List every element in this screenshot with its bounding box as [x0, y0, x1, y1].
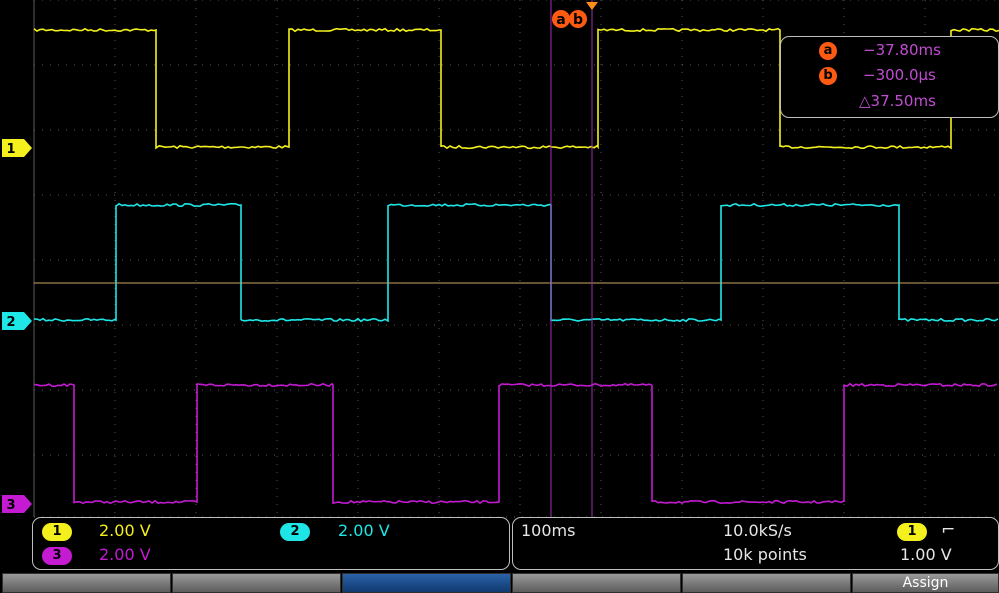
softkey-bar: Assign	[0, 573, 999, 593]
channel-1-scale[interactable]: 2.00 V	[99, 521, 151, 540]
channel-1-badge: 1	[42, 523, 72, 541]
trigger-level[interactable]: 1.00 V	[900, 545, 952, 564]
sample-rate: 10.0kS/s	[723, 521, 792, 540]
channel-3-scale[interactable]: 2.00 V	[99, 545, 151, 564]
rising-edge-icon: ⌐	[941, 520, 956, 540]
cursor-delta-readout: △37.50ms	[781, 92, 998, 114]
channel-2-scale[interactable]: 2.00 V	[338, 521, 390, 540]
cursor-a-label: a	[556, 12, 565, 28]
timebase-scale[interactable]: 100ms	[521, 521, 575, 540]
cursor-a-readout: a −37.80ms	[781, 41, 998, 63]
cursor-b-readout: b −300.0µs	[781, 66, 998, 88]
softkey-5[interactable]	[682, 573, 851, 593]
record-length: 10k points	[723, 545, 807, 564]
cursor-b-label: b	[573, 12, 583, 28]
channel-1-marker-label: 1	[6, 142, 15, 157]
channel-2-badge: 2	[280, 523, 310, 541]
channel-2-marker-label: 2	[6, 315, 15, 330]
cursor-delta-time: △37.50ms	[859, 92, 936, 110]
cursor-a-time: −37.80ms	[863, 41, 941, 59]
cursor-a-marker[interactable]: a	[552, 10, 570, 28]
softkey-3[interactable]	[342, 573, 511, 593]
cursor-b-marker[interactable]: b	[569, 10, 587, 28]
softkey-4[interactable]	[512, 573, 681, 593]
horizontal-status-panel[interactable]: 100ms 10.0kS/s 10k points 1 ⌐ 1.00 V	[512, 517, 999, 570]
cursor-b-time: −300.0µs	[863, 66, 936, 84]
softkey-1[interactable]	[2, 573, 171, 593]
softkey-assign[interactable]: Assign	[852, 573, 999, 593]
softkey-2[interactable]	[172, 573, 341, 593]
cursor-readout-panel[interactable]: a −37.80ms b −300.0µs △37.50ms	[780, 36, 999, 118]
channel-3-marker-label: 3	[6, 498, 15, 513]
cursor-b-readout-badge: b	[819, 67, 837, 85]
vertical-status-panel[interactable]: 1 2.00 V 2 2.00 V 3 2.00 V	[32, 517, 510, 570]
cursor-a-readout-badge: a	[819, 42, 837, 60]
trigger-source-badge: 1	[897, 523, 927, 541]
channel-3-badge: 3	[42, 547, 72, 565]
